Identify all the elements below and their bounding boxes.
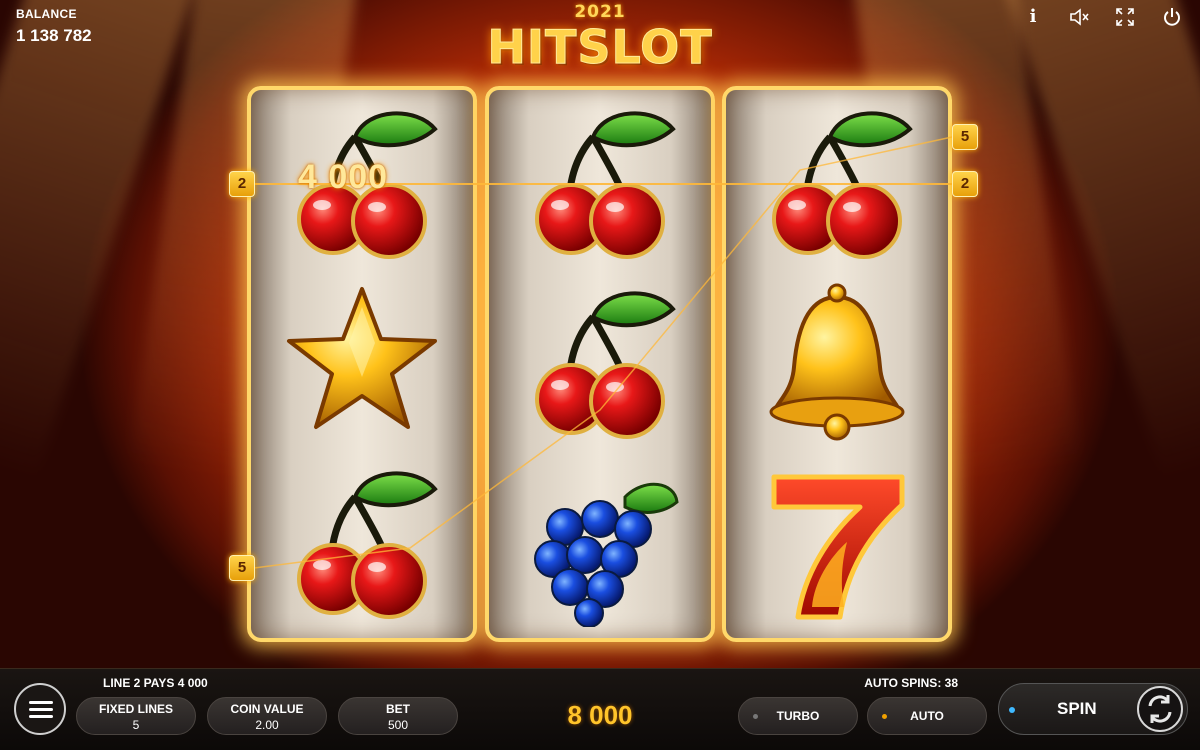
info-icon[interactable]: i	[1022, 6, 1044, 28]
total-win: 8 000	[567, 700, 633, 730]
cherry-icon	[277, 457, 447, 627]
spin-arrows-icon[interactable]	[1137, 686, 1183, 732]
reel-3	[722, 86, 952, 642]
line-badge: 2	[229, 171, 255, 197]
logo-title: HITSLOT	[487, 20, 713, 74]
grapes-icon	[533, 482, 679, 627]
auto-indicator-icon	[882, 714, 887, 719]
menu-button[interactable]	[14, 683, 66, 735]
fullscreen-icon[interactable]	[1114, 6, 1136, 28]
cherry-symbol	[726, 92, 948, 272]
spin-label: SPIN	[1057, 699, 1097, 718]
fixed-lines-label: FIXED LINES	[98, 702, 173, 716]
bell-icon	[769, 283, 905, 441]
seven-icon	[752, 457, 922, 627]
coin-value-value: 2.00	[255, 718, 279, 732]
power-icon[interactable]	[1161, 6, 1183, 28]
turbo-label: TURBO	[776, 709, 820, 723]
logo-year: 2021	[574, 2, 626, 22]
seven-symbol	[726, 452, 948, 632]
star-icon	[287, 287, 437, 429]
grapes-symbol	[489, 452, 711, 632]
game-stage: BALANCE 1 138 782 2021 HITSLOT i 2 5 5 2…	[0, 0, 1200, 750]
balance-label: BALANCE	[16, 7, 77, 21]
cherry-symbol	[251, 452, 473, 632]
bet-control[interactable]: BET 500	[338, 697, 458, 735]
coin-value-label: COIN VALUE	[230, 702, 304, 716]
line-badge: 2	[952, 171, 978, 197]
turbo-indicator-icon	[753, 714, 758, 719]
cherry-icon	[515, 97, 685, 267]
coin-value-control[interactable]: COIN VALUE 2.00	[207, 697, 327, 735]
line-badge: 5	[229, 555, 255, 581]
bet-label: BET	[386, 702, 410, 716]
reel-2	[485, 86, 715, 642]
cherry-icon	[752, 97, 922, 267]
menu-icon	[29, 708, 53, 711]
sound-muted-icon[interactable]	[1068, 6, 1090, 28]
cherry-symbol	[489, 92, 711, 272]
menu-icon	[29, 701, 53, 704]
bet-value: 500	[387, 718, 409, 732]
bell-symbol	[726, 272, 948, 452]
auto-spins-text: AUTO SPINS: 38	[864, 676, 958, 690]
menu-icon	[29, 715, 53, 718]
balance-value: 1 138 782	[16, 26, 92, 45]
fixed-lines-control[interactable]: FIXED LINES 5	[76, 697, 196, 735]
line-win-amount: 4 000	[298, 158, 389, 196]
line-badge: 5	[952, 124, 978, 150]
cherry-icon	[515, 277, 685, 447]
turbo-button[interactable]: TURBO	[738, 697, 858, 735]
spin-button[interactable]: SPIN	[998, 683, 1188, 735]
fixed-lines-value: 5	[132, 718, 140, 732]
auto-button[interactable]: AUTO	[867, 697, 987, 735]
star-symbol	[251, 272, 473, 452]
cherry-symbol	[489, 272, 711, 452]
auto-label: AUTO	[910, 709, 944, 723]
spin-indicator-icon	[1009, 707, 1015, 713]
line-pays-text: LINE 2 PAYS 4 000	[103, 676, 208, 690]
game-logo: 2021 HITSLOT	[470, 2, 730, 82]
